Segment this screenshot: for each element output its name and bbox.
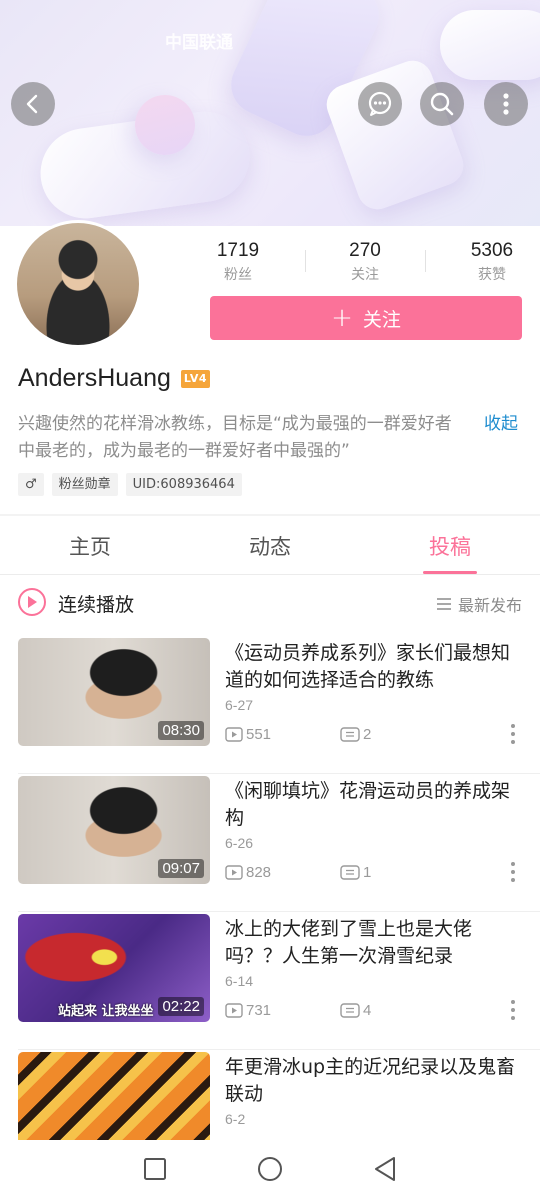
video-title[interactable]: 年更滑冰up主的近况纪录以及鬼畜联动 [225,1054,523,1108]
video-date: 6-27 [225,697,254,713]
followers-label: 粉丝 [224,267,252,283]
item-divider [18,773,540,774]
sort-button[interactable]: 最新发布 [436,592,522,616]
avatar[interactable] [14,220,142,348]
video-title[interactable]: 冰上的大佬到了雪上也是大佬吗？？人生第一次滑雪纪录 [225,916,523,970]
video-duration: 02:22 [158,997,204,1016]
followers-count: 1719 [216,240,260,261]
more-options-icon[interactable] [509,724,517,750]
following-label: 关注 [351,267,379,283]
continuous-play-row: 连续播放 最新发布 [0,578,540,628]
item-divider [18,1049,540,1050]
search-icon [430,92,454,116]
circle-icon[interactable] [255,1154,285,1184]
video-title[interactable]: 《运动员养成系列》家长们最想知道的如何选择适合的教练 [225,640,523,694]
collapse-bio-link[interactable]: 收起 [484,411,518,438]
item-divider [18,911,540,912]
message-button[interactable] [358,82,402,126]
thumbnail-subtitle: 站起来 让我坐坐 [58,1004,154,1019]
comment-count: 2 [340,726,371,743]
play-icon[interactable] [18,588,46,616]
comment-count: 1 [340,864,371,881]
video-item[interactable]: 09:07 《闲聊填坑》花滑运动员的养成架构 6-26 828 1 [0,776,540,912]
tab-dynamics[interactable]: 动态 [210,531,330,561]
play-count-icon [225,727,243,742]
stat-following[interactable]: 270 关注 [310,240,420,284]
stat-likes: 5306 获赞 [437,240,540,284]
video-item[interactable]: 08:30 《运动员养成系列》家长们最想知道的如何选择适合的教练 6-27 55… [0,638,540,774]
carrier-label: 中国联通 [165,33,233,53]
system-nav-bar [0,1140,540,1200]
more-options-icon[interactable] [509,1000,517,1026]
video-duration: 09:07 [158,859,204,878]
view-count: 828 [225,864,271,881]
tab-uploads[interactable]: 投稿 [390,531,510,561]
chat-bubble-icon [368,91,392,116]
triangle-back-icon[interactable] [370,1154,400,1184]
video-meta: 551 2 [225,726,371,743]
profile-bio: 兴趣使然的花样滑冰教练，目标是“成为最强的一群爱好者中最老的，成为最老的一群爱好… [18,414,452,461]
gender-tag: ♂ [18,473,44,496]
chevron-left-icon [26,94,38,114]
likes-label: 获赞 [478,267,506,283]
following-count: 270 [349,240,381,261]
play-count-icon [225,865,243,880]
profile-tags: ♂ 粉丝勋章 UID:608936464 [18,473,242,496]
follow-button-label: 关注 [362,308,401,331]
username-row: AndersHuang LV4 [18,364,211,393]
comment-icon [340,1002,360,1018]
video-item[interactable]: 站起来 让我坐坐 02:22 冰上的大佬到了雪上也是大佬吗？？人生第一次滑雪纪录… [0,914,540,1050]
search-button[interactable] [420,82,464,126]
plus-icon: + [331,303,353,333]
video-thumbnail[interactable]: 09:07 [18,776,210,884]
section-divider [0,514,540,516]
video-duration: 08:30 [158,721,204,740]
video-thumbnail[interactable]: 站起来 让我坐坐 02:22 [18,914,210,1022]
video-meta: 731 4 [225,1002,371,1019]
comment-icon [340,726,360,742]
video-thumbnail[interactable]: 08:30 [18,638,210,746]
likes-count: 5306 [470,240,514,261]
more-options-icon[interactable] [509,862,517,888]
video-date: 6-2 [225,1111,246,1127]
active-tab-indicator [423,571,477,574]
tab-home[interactable]: 主页 [30,531,150,561]
uid-tag[interactable]: UID:608936464 [125,473,242,496]
more-vertical-icon [503,93,509,115]
status-bar: 中国联通 [0,26,540,54]
profile-stats: 1719 粉丝 270 关注 5306 获赞 [180,240,540,284]
video-date: 6-26 [225,835,254,851]
sort-label: 最新发布 [457,596,522,615]
more-button[interactable] [484,82,528,126]
list-icon [436,598,451,610]
video-title[interactable]: 《闲聊填坑》花滑运动员的养成架构 [225,778,523,832]
divider [425,250,426,272]
continuous-play-label[interactable]: 连续播放 [58,590,134,617]
fan-medal-tag[interactable]: 粉丝勋章 [51,473,118,496]
play-count-icon [225,1003,243,1018]
square-icon[interactable] [140,1154,170,1184]
username: AndersHuang [18,364,171,392]
level-badge: LV4 [180,369,211,388]
profile-tabs: 主页 动态 投稿 [0,517,540,575]
back-button[interactable] [11,82,55,126]
divider [305,250,306,272]
comment-icon [340,864,360,880]
follow-button[interactable]: + 关注 [210,296,522,340]
comment-count: 4 [340,1002,371,1019]
view-count: 731 [225,1002,271,1019]
video-meta: 828 1 [225,864,371,881]
video-date: 6-14 [225,973,254,989]
view-count: 551 [225,726,271,743]
stat-followers[interactable]: 1719 粉丝 [183,240,293,284]
